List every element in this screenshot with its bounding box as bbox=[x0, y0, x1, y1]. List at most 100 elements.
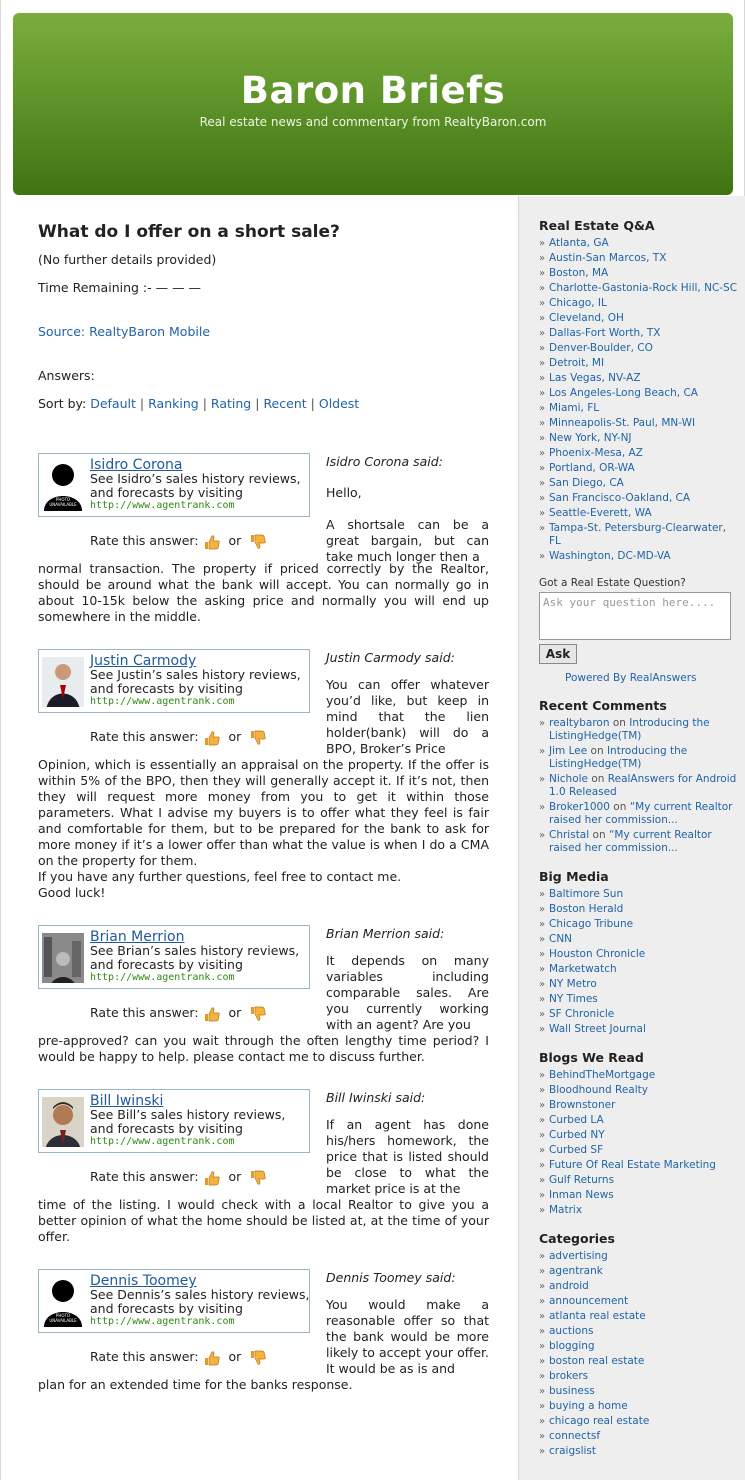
blog-link[interactable]: Curbed LA bbox=[539, 1114, 739, 1127]
qa-city-link[interactable]: Boston, MA bbox=[539, 267, 739, 280]
qa-city-link[interactable]: Cleveland, OH bbox=[539, 312, 739, 325]
agent-card: Bill Iwinski See Bill’s sales history rev… bbox=[38, 1089, 310, 1153]
thumbs-up-icon[interactable] bbox=[203, 533, 221, 549]
qa-city-link[interactable]: Washington, DC-MD-VA bbox=[539, 550, 739, 563]
category-link[interactable]: auctions bbox=[539, 1325, 739, 1338]
qa-city-link[interactable]: Las Vegas, NV-AZ bbox=[539, 372, 739, 385]
thumbs-down-icon[interactable] bbox=[249, 533, 267, 549]
blog-link[interactable]: Future Of Real Estate Marketing bbox=[539, 1159, 739, 1172]
agent-url[interactable]: http://www.agentrank.com bbox=[90, 696, 235, 707]
site-title[interactable]: Baron Briefs bbox=[13, 69, 733, 112]
site-tagline: Real estate news and commentary from Rea… bbox=[199, 115, 547, 129]
qa-city-link[interactable]: San Francisco-Oakland, CA bbox=[539, 492, 739, 505]
recent-comments-heading: Recent Comments bbox=[539, 698, 667, 713]
big-media-link[interactable]: Chicago Tribune bbox=[539, 918, 739, 931]
agent-description: See Isidro’s sales history reviews, and … bbox=[90, 471, 301, 500]
category-link[interactable]: craigslist bbox=[539, 1445, 739, 1458]
blog-link[interactable]: Curbed NY bbox=[539, 1129, 739, 1142]
big-media-link[interactable]: Marketwatch bbox=[539, 963, 739, 976]
big-media-heading: Big Media bbox=[539, 869, 609, 884]
qa-city-link[interactable]: Atlanta, GA bbox=[539, 237, 739, 250]
qa-city-link[interactable]: Austin-San Marcos, TX bbox=[539, 252, 739, 265]
agent-avatar bbox=[42, 657, 84, 707]
qa-city-link[interactable]: Tampa-St. Petersburg-Clearwater, FL bbox=[539, 522, 739, 548]
qa-city-link[interactable]: Dallas-Fort Worth, TX bbox=[539, 327, 739, 340]
qa-city-link[interactable]: Denver-Boulder, CO bbox=[539, 342, 739, 355]
category-link[interactable]: chicago real estate bbox=[539, 1415, 739, 1428]
sort-oldest[interactable]: Oldest bbox=[319, 396, 359, 411]
blog-link[interactable]: Matrix bbox=[539, 1204, 739, 1217]
comment-author[interactable]: Broker1000 bbox=[549, 801, 610, 813]
category-link[interactable]: advertising bbox=[539, 1250, 739, 1263]
big-media-link[interactable]: Boston Herald bbox=[539, 903, 739, 916]
time-remaining: Time Remaining :- — — — bbox=[38, 280, 202, 295]
thumbs-up-icon[interactable] bbox=[203, 1169, 221, 1185]
blog-link[interactable]: Brownstoner bbox=[539, 1099, 739, 1112]
thumbs-up-icon[interactable] bbox=[203, 1349, 221, 1365]
categories-list: advertising agentrank android announcement a… bbox=[539, 1250, 739, 1458]
answer-author-said: Bill Iwinski said: bbox=[326, 1090, 426, 1105]
qa-city-link[interactable]: Seattle-Everett, WA bbox=[539, 507, 739, 520]
blog-link[interactable]: Inman News bbox=[539, 1189, 739, 1202]
category-link[interactable]: android bbox=[539, 1280, 739, 1293]
agent-url[interactable]: http://www.agentrank.com bbox=[90, 1316, 235, 1327]
thumbs-up-icon[interactable] bbox=[203, 1005, 221, 1021]
comment-author[interactable]: Christal bbox=[549, 829, 589, 841]
big-media-link[interactable]: Baltimore Sun bbox=[539, 888, 739, 901]
qa-city-link[interactable]: Los Angeles-Long Beach, CA bbox=[539, 387, 739, 400]
blog-link[interactable]: Gulf Returns bbox=[539, 1174, 739, 1187]
blog-link[interactable]: Bloodhound Realty bbox=[539, 1084, 739, 1097]
thumbs-down-icon[interactable] bbox=[249, 729, 267, 745]
agent-url[interactable]: http://www.agentrank.com bbox=[90, 1136, 235, 1147]
comment-author[interactable]: Jim Lee bbox=[549, 745, 587, 757]
qa-city-link[interactable]: Detroit, MI bbox=[539, 357, 739, 370]
agent-url[interactable]: http://www.agentrank.com bbox=[90, 500, 235, 511]
big-media-link[interactable]: Houston Chronicle bbox=[539, 948, 739, 961]
blog-link[interactable]: Curbed SF bbox=[539, 1144, 739, 1157]
qa-city-link[interactable]: New York, NY-NJ bbox=[539, 432, 739, 445]
agent-url[interactable]: http://www.agentrank.com bbox=[90, 972, 235, 983]
qa-city-link[interactable]: Chicago, IL bbox=[539, 297, 739, 310]
sort-recent[interactable]: Recent bbox=[263, 396, 306, 411]
big-media-link[interactable]: CNN bbox=[539, 933, 739, 946]
category-link[interactable]: agentrank bbox=[539, 1265, 739, 1278]
category-link[interactable]: buying a home bbox=[539, 1400, 739, 1413]
thumbs-down-icon[interactable] bbox=[249, 1169, 267, 1185]
comment-author[interactable]: realtybaron bbox=[549, 717, 610, 729]
category-link[interactable]: connectsf bbox=[539, 1430, 739, 1443]
big-media-link[interactable]: Wall Street Journal bbox=[539, 1023, 739, 1036]
blog-link[interactable]: BehindTheMortgage bbox=[539, 1069, 739, 1082]
qa-city-link[interactable]: San Diego, CA bbox=[539, 477, 739, 490]
answers-label: Answers: bbox=[38, 368, 95, 383]
sort-rating[interactable]: Rating bbox=[211, 396, 251, 411]
comment-author[interactable]: Nichole bbox=[549, 773, 588, 785]
ask-button[interactable]: Ask bbox=[539, 644, 577, 664]
category-link[interactable]: atlanta real estate bbox=[539, 1310, 739, 1323]
big-media-link[interactable]: NY Metro bbox=[539, 978, 739, 991]
big-media-link[interactable]: SF Chronicle bbox=[539, 1008, 739, 1021]
thumbs-down-icon[interactable] bbox=[249, 1005, 267, 1021]
thumbs-up-icon[interactable] bbox=[203, 729, 221, 745]
qa-city-link[interactable]: Phoenix-Mesa, AZ bbox=[539, 447, 739, 460]
category-link[interactable]: boston real estate bbox=[539, 1355, 739, 1368]
qa-city-link[interactable]: Miami, FL bbox=[539, 402, 739, 415]
powered-by-link[interactable]: Powered By RealAnswers bbox=[565, 672, 739, 684]
qa-city-link[interactable]: Charlotte-Gastonia-Rock Hill, NC-SC bbox=[539, 282, 739, 295]
category-link[interactable]: business bbox=[539, 1385, 739, 1398]
sort-default[interactable]: Default bbox=[90, 396, 136, 411]
agent-description: See Bill’s sales history reviews, and fo… bbox=[90, 1107, 286, 1136]
answer-text-side: If an agent has done his/hers homework, … bbox=[326, 1117, 489, 1196]
recent-comment-item: Broker1000 on “My current Realtor raised… bbox=[539, 801, 739, 827]
agent-avatar: PHOTO UNAVAILABLE bbox=[42, 1277, 84, 1327]
big-media-link[interactable]: NY Times bbox=[539, 993, 739, 1006]
source-link[interactable]: Source: RealtyBaron Mobile bbox=[38, 324, 210, 339]
category-link[interactable]: brokers bbox=[539, 1370, 739, 1383]
qa-city-link[interactable]: Portland, OR-WA bbox=[539, 462, 739, 475]
question-input[interactable]: Ask your question here.... bbox=[539, 592, 731, 640]
qa-city-link[interactable]: Minneapolis-St. Paul, MN-WI bbox=[539, 417, 739, 430]
thumbs-down-icon[interactable] bbox=[249, 1349, 267, 1365]
sort-ranking[interactable]: Ranking bbox=[148, 396, 199, 411]
category-link[interactable]: announcement bbox=[539, 1295, 739, 1308]
category-link[interactable]: blogging bbox=[539, 1340, 739, 1353]
agent-card: PHOTO UNAVAILABLE Dennis Toomey See Dennis’… bbox=[38, 1269, 310, 1333]
